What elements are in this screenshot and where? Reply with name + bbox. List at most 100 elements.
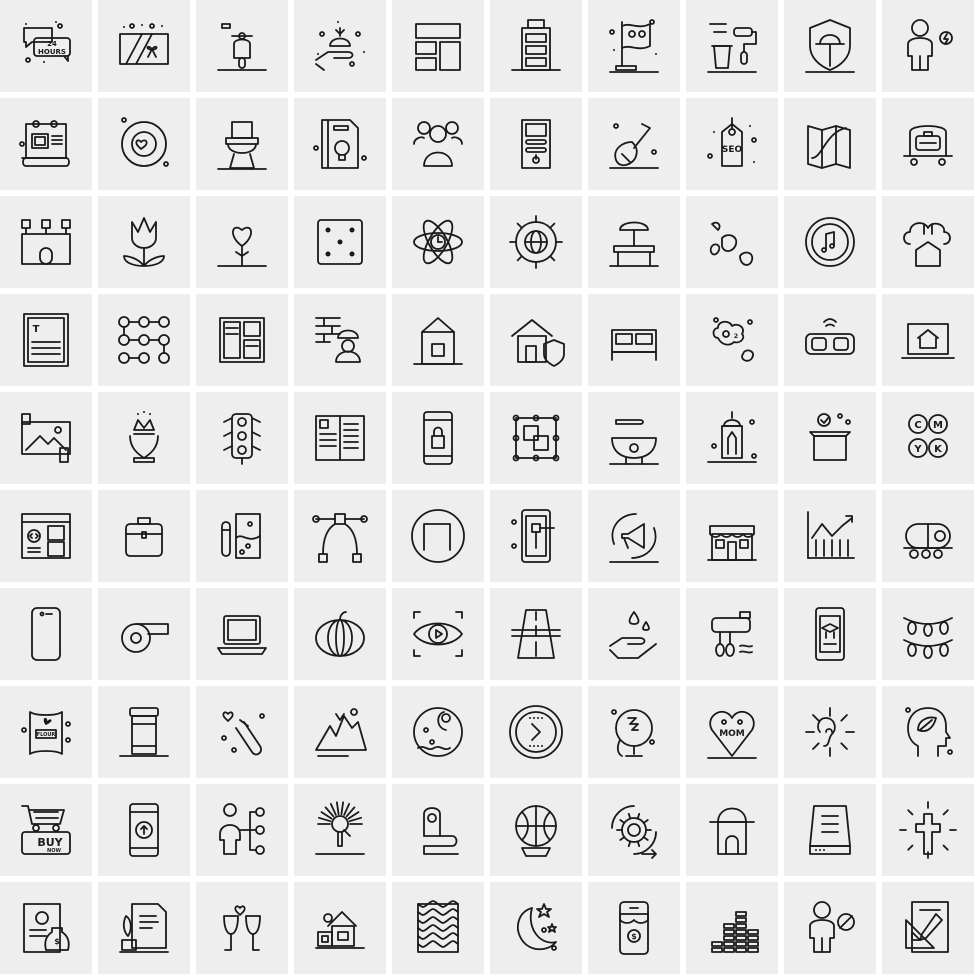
icon-tile[interactable] — [686, 588, 778, 680]
icon-tile[interactable] — [686, 392, 778, 484]
icon-tile[interactable] — [882, 882, 974, 974]
icon-tile[interactable]: C M Y K — [882, 392, 974, 484]
icon-tile[interactable] — [294, 0, 386, 92]
icon-tile[interactable] — [784, 196, 876, 288]
icon-tile[interactable] — [490, 686, 582, 778]
icon-tile[interactable] — [98, 882, 190, 974]
icon-tile[interactable] — [98, 490, 190, 582]
icon-tile[interactable] — [98, 196, 190, 288]
icon-tile[interactable]: MOM — [686, 686, 778, 778]
icon-tile[interactable] — [196, 882, 288, 974]
icon-tile[interactable] — [294, 196, 386, 288]
icon-tile[interactable] — [588, 98, 680, 190]
icon-tile[interactable] — [882, 784, 974, 876]
icon-tile[interactable] — [588, 196, 680, 288]
icon-tile[interactable] — [882, 588, 974, 680]
icon-tile[interactable] — [490, 882, 582, 974]
icon-tile[interactable] — [882, 0, 974, 92]
icon-tile[interactable] — [196, 686, 288, 778]
icon-tile[interactable] — [294, 588, 386, 680]
icon-tile[interactable]: SEO — [686, 98, 778, 190]
icon-tile[interactable] — [294, 686, 386, 778]
icon-tile[interactable] — [392, 588, 484, 680]
icon-tile[interactable] — [196, 98, 288, 190]
icon-tile[interactable] — [882, 294, 974, 386]
icon-tile[interactable] — [784, 588, 876, 680]
icon-tile[interactable] — [392, 686, 484, 778]
icon-tile[interactable] — [784, 784, 876, 876]
icon-tile[interactable] — [294, 294, 386, 386]
icon-tile[interactable]: BUY NOW — [0, 784, 92, 876]
icon-tile[interactable] — [784, 294, 876, 386]
icon-tile[interactable] — [588, 0, 680, 92]
icon-tile[interactable] — [882, 686, 974, 778]
icon-tile[interactable] — [98, 0, 190, 92]
icon-tile[interactable] — [98, 686, 190, 778]
icon-tile[interactable] — [196, 0, 288, 92]
icon-tile[interactable] — [0, 490, 92, 582]
icon-tile[interactable] — [784, 392, 876, 484]
icon-tile[interactable] — [98, 784, 190, 876]
icon-tile[interactable] — [196, 294, 288, 386]
icon-tile[interactable] — [294, 392, 386, 484]
icon-tile[interactable]: 2 — [686, 294, 778, 386]
icon-tile[interactable] — [784, 686, 876, 778]
icon-tile[interactable] — [196, 490, 288, 582]
icon-tile[interactable] — [392, 784, 484, 876]
icon-tile[interactable]: $ — [588, 882, 680, 974]
icon-tile[interactable] — [98, 98, 190, 190]
icon-tile[interactable] — [882, 490, 974, 582]
icon-tile[interactable] — [294, 490, 386, 582]
icon-tile[interactable] — [392, 0, 484, 92]
icon-tile[interactable] — [784, 0, 876, 92]
icon-tile[interactable] — [686, 784, 778, 876]
icon-tile[interactable] — [588, 490, 680, 582]
icon-tile[interactable] — [294, 784, 386, 876]
icon-tile[interactable] — [392, 392, 484, 484]
icon-tile[interactable] — [490, 294, 582, 386]
icon-tile[interactable] — [588, 686, 680, 778]
icon-tile[interactable]: T — [0, 294, 92, 386]
icon-tile[interactable] — [196, 196, 288, 288]
icon-tile[interactable] — [588, 392, 680, 484]
icon-tile[interactable] — [294, 98, 386, 190]
icon-tile[interactable] — [784, 98, 876, 190]
icon-tile[interactable] — [196, 588, 288, 680]
icon-tile[interactable] — [686, 0, 778, 92]
icon-tile[interactable] — [588, 784, 680, 876]
icon-tile[interactable] — [0, 98, 92, 190]
icon-tile[interactable] — [490, 588, 582, 680]
icon-tile[interactable] — [0, 392, 92, 484]
icon-tile[interactable] — [0, 196, 92, 288]
icon-tile[interactable] — [392, 882, 484, 974]
icon-tile[interactable] — [98, 588, 190, 680]
icon-tile[interactable] — [588, 294, 680, 386]
icon-tile[interactable] — [98, 392, 190, 484]
icon-tile[interactable] — [0, 588, 92, 680]
icon-tile[interactable] — [784, 490, 876, 582]
icon-tile[interactable] — [686, 490, 778, 582]
icon-tile[interactable] — [882, 196, 974, 288]
icon-tile[interactable] — [490, 98, 582, 190]
icon-tile[interactable] — [392, 196, 484, 288]
icon-tile[interactable] — [294, 882, 386, 974]
icon-tile[interactable] — [686, 196, 778, 288]
icon-tile[interactable]: FLOUR — [0, 686, 92, 778]
icon-tile[interactable] — [392, 294, 484, 386]
icon-tile[interactable] — [392, 98, 484, 190]
icon-tile[interactable] — [490, 784, 582, 876]
icon-tile[interactable] — [490, 392, 582, 484]
icon-tile[interactable] — [784, 882, 876, 974]
icon-tile[interactable] — [588, 588, 680, 680]
icon-tile[interactable]: $ — [0, 882, 92, 974]
icon-tile[interactable] — [490, 196, 582, 288]
icon-tile[interactable] — [490, 0, 582, 92]
icon-tile[interactable] — [882, 98, 974, 190]
icon-tile[interactable] — [196, 784, 288, 876]
icon-tile[interactable] — [392, 490, 484, 582]
icon-tile[interactable] — [490, 490, 582, 582]
icon-tile[interactable]: 24 HOURS — [0, 0, 92, 92]
icon-tile[interactable] — [686, 882, 778, 974]
icon-tile[interactable] — [98, 294, 190, 386]
icon-tile[interactable] — [196, 392, 288, 484]
